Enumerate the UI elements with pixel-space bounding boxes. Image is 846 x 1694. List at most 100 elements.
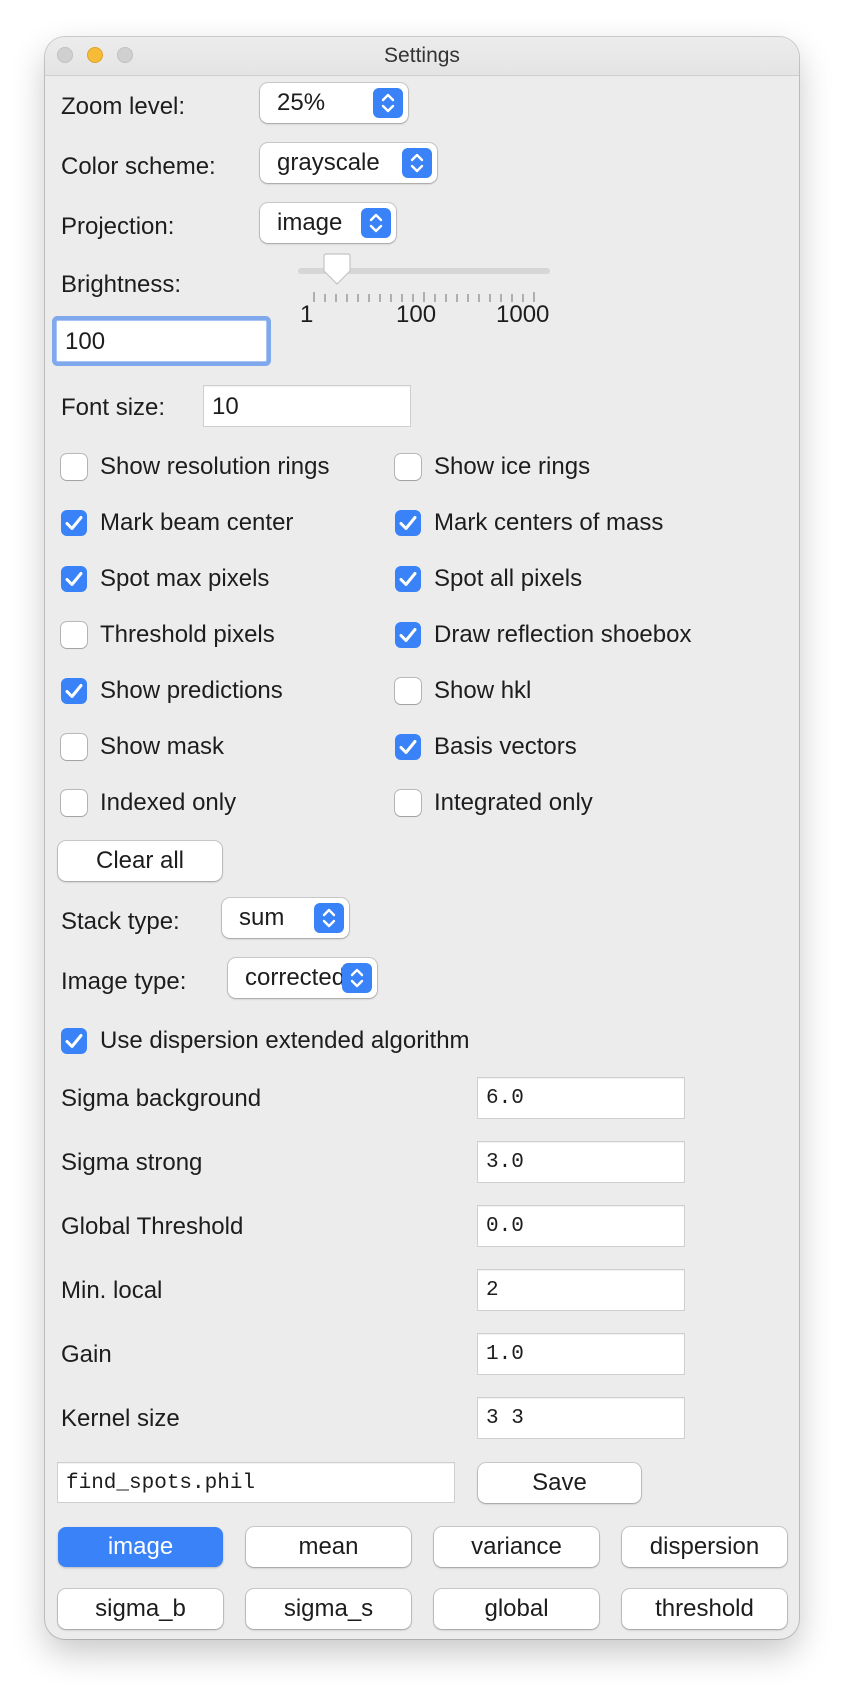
font-size-input[interactable]: 10	[203, 385, 411, 427]
option-checkbox[interactable]	[61, 678, 87, 704]
param-input-value: 0.0	[486, 1215, 524, 1238]
option-checkbox-label: Show hkl	[434, 677, 532, 704]
dispersion-extended-checkbox[interactable]	[61, 1028, 87, 1054]
option-checkbox-label: Basis vectors	[434, 733, 577, 760]
checkmark-icon	[65, 684, 83, 698]
option-checkbox[interactable]	[395, 510, 421, 536]
option-checkbox-label: Show ice rings	[434, 453, 591, 480]
option-checkbox[interactable]	[61, 734, 87, 760]
option-checkbox[interactable]	[61, 790, 87, 816]
window-title: Settings	[384, 44, 460, 67]
phil-filename-value: find_spots.phil	[66, 1472, 256, 1495]
checkmark-icon	[399, 516, 417, 530]
view-sigma-s-button[interactable]: sigma_s	[246, 1589, 411, 1629]
projection-select[interactable]: image	[260, 203, 396, 243]
option-checkbox[interactable]	[61, 622, 87, 648]
view-mean-button[interactable]: mean	[246, 1527, 411, 1567]
popup-arrows-icon	[314, 903, 344, 933]
param-input-value: 3 3	[486, 1407, 524, 1430]
param-input[interactable]: 1.0	[477, 1333, 685, 1375]
param-input-value: 1.0	[486, 1343, 524, 1366]
zoom-level-select[interactable]: 25%	[260, 83, 408, 123]
clear-all-button[interactable]: Clear all	[58, 841, 222, 881]
popup-arrows-icon	[342, 963, 372, 993]
option-checkbox-label: Threshold pixels	[100, 621, 275, 648]
phil-filename-input[interactable]: find_spots.phil	[57, 1462, 455, 1503]
color-scheme-label: Color scheme:	[61, 153, 216, 180]
param-label: Gain	[61, 1341, 112, 1368]
option-checkbox-label: Mark centers of mass	[434, 509, 664, 536]
color-scheme-select[interactable]: grayscale	[260, 143, 437, 183]
option-checkbox[interactable]	[395, 678, 421, 704]
slider-tick-label: 100	[396, 301, 437, 328]
option-checkbox-label: Show resolution rings	[100, 453, 330, 480]
option-checkbox-label: Draw reflection shoebox	[434, 621, 692, 648]
projection-label: Projection:	[61, 213, 175, 240]
checkmark-icon	[399, 740, 417, 754]
param-label: Min. local	[61, 1277, 163, 1304]
param-label: Sigma strong	[61, 1149, 203, 1176]
param-input[interactable]: 3 3	[477, 1397, 685, 1439]
stack-type-select[interactable]: sum	[222, 898, 349, 938]
param-input[interactable]: 6.0	[477, 1077, 685, 1119]
color-scheme-value: grayscale	[277, 149, 380, 176]
image-type-value: corrected	[245, 964, 346, 991]
checkmark-icon	[65, 516, 83, 530]
param-label: Kernel size	[61, 1405, 180, 1432]
save-button[interactable]: Save	[478, 1463, 641, 1503]
image-type-label: Image type:	[61, 968, 187, 995]
option-checkbox[interactable]	[61, 454, 87, 480]
param-label: Sigma background	[61, 1085, 262, 1112]
stack-type-value: sum	[239, 904, 285, 931]
option-checkbox-label: Indexed only	[100, 789, 237, 816]
option-checkbox-label: Mark beam center	[100, 509, 294, 536]
option-checkbox-label: Show mask	[100, 733, 225, 760]
option-checkbox-label: Show predictions	[100, 677, 283, 704]
view-variance-button[interactable]: variance	[434, 1527, 599, 1567]
title-bar[interactable]: Settings	[45, 37, 799, 76]
option-checkbox-label: Spot max pixels	[100, 565, 270, 592]
view-dispersion-button[interactable]: dispersion	[622, 1527, 787, 1567]
param-input-value: 6.0	[486, 1087, 524, 1110]
param-input-value: 2	[486, 1279, 499, 1302]
param-input[interactable]: 0.0	[477, 1205, 685, 1247]
brightness-input-value: 100	[65, 328, 106, 355]
slider-tick-label: 1000	[496, 301, 550, 328]
option-checkbox[interactable]	[395, 566, 421, 592]
option-checkbox[interactable]	[395, 790, 421, 816]
zoom-level-label: Zoom level:	[61, 93, 186, 120]
view-global-button[interactable]: global	[434, 1589, 599, 1629]
option-checkbox[interactable]	[395, 454, 421, 480]
option-checkbox-label: Spot all pixels	[434, 565, 583, 592]
checkmark-icon	[399, 572, 417, 586]
projection-value: image	[277, 209, 343, 236]
checkmark-icon	[399, 628, 417, 642]
param-label: Global Threshold	[61, 1213, 244, 1240]
brightness-input[interactable]: 100	[56, 320, 267, 362]
option-checkbox[interactable]	[395, 622, 421, 648]
font-size-input-value: 10	[212, 393, 239, 420]
popup-arrows-icon	[361, 208, 391, 238]
slider-tick-label: 1	[300, 301, 314, 328]
checkmark-icon	[65, 572, 83, 586]
dispersion-extended-label: Use dispersion extended algorithm	[100, 1027, 470, 1054]
view-image-button[interactable]: image	[58, 1527, 223, 1567]
option-checkbox[interactable]	[61, 510, 87, 536]
option-checkbox-label: Integrated only	[434, 789, 593, 816]
stack-type-label: Stack type:	[61, 908, 180, 935]
view-sigma-b-button[interactable]: sigma_b	[58, 1589, 223, 1629]
popup-arrows-icon	[373, 88, 403, 118]
font-size-label: Font size:	[61, 394, 166, 421]
option-checkbox[interactable]	[395, 734, 421, 760]
popup-arrows-icon	[402, 148, 432, 178]
zoom-level-value: 25%	[277, 89, 326, 116]
param-input-value: 3.0	[486, 1151, 524, 1174]
param-input[interactable]: 3.0	[477, 1141, 685, 1183]
param-input[interactable]: 2	[477, 1269, 685, 1311]
brightness-label: Brightness:	[61, 271, 182, 298]
option-checkbox[interactable]	[61, 566, 87, 592]
checkmark-icon	[65, 1034, 83, 1048]
brightness-slider-thumb[interactable]	[320, 253, 354, 287]
view-threshold-button[interactable]: threshold	[622, 1589, 787, 1629]
image-type-select[interactable]: corrected	[228, 958, 377, 998]
